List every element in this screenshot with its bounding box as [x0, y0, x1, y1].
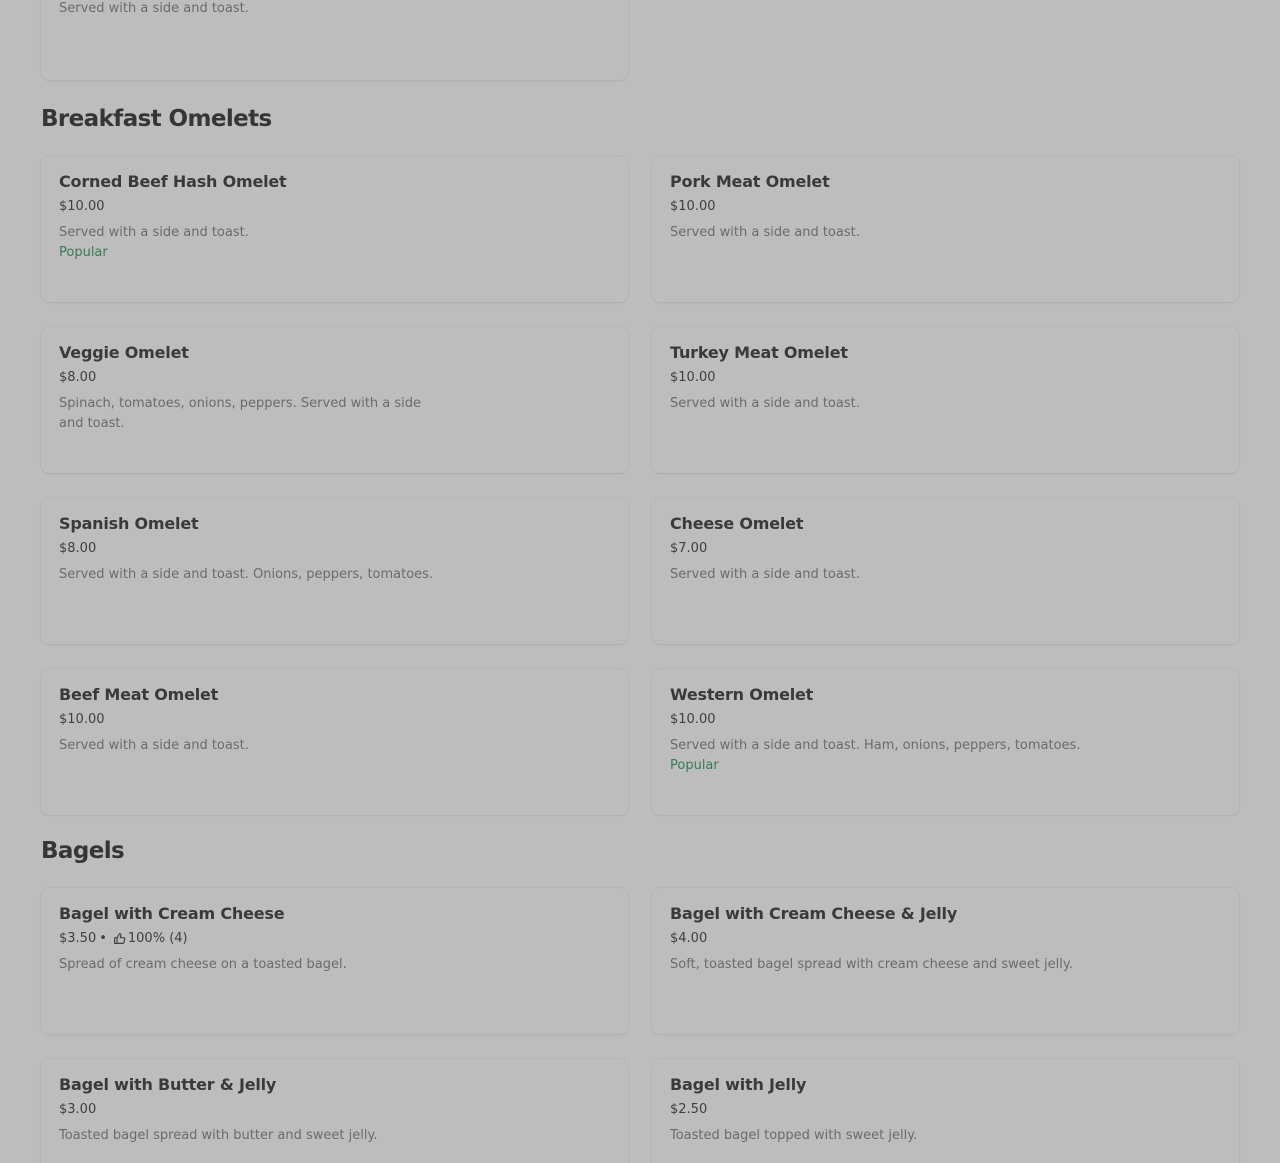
menu-item-price: $3.00: [59, 1102, 96, 1117]
price-text: $8.00: [59, 370, 97, 385]
menu-item-description: Toasted bagel spread with butter and swe…: [59, 1128, 378, 1143]
menu-item-card[interactable]: Bagel with Cream Cheese $3.50 • 100% (4)…: [41, 888, 628, 1034]
menu-item-price: $8.00: [59, 370, 96, 385]
section-title-bagels: Bagels: [41, 838, 125, 864]
menu-item-description: Toasted bagel topped with sweet jelly.: [670, 1128, 918, 1143]
menu-item-name: Bagel with Cream Cheese: [59, 904, 285, 923]
menu-item-price-rating: $3.50 • 100% (4): [59, 931, 188, 946]
menu-item-price: $10.00: [59, 199, 105, 214]
menu-item-name: Beef Meat Omelet: [59, 685, 219, 704]
thumbs-up-icon: [113, 933, 126, 944]
menu-item-description: Served with a side and toast.: [670, 567, 860, 582]
menu-item-description: Spread of cream cheese on a toasted bage…: [59, 957, 347, 972]
menu-item-name: Corned Beef Hash Omelet: [59, 172, 287, 191]
menu-item-name: Western Omelet: [670, 685, 814, 704]
price-text: $7.00: [670, 541, 708, 556]
menu-item-description: Served with a side and toast. Onions, pe…: [59, 567, 434, 582]
menu-item-card[interactable]: Turkey Meat Omelet $10.00 Served with a …: [652, 327, 1239, 473]
menu-item-name: Cheese Omelet: [670, 514, 804, 533]
menu-item-description: Soft, toasted bagel spread with cream ch…: [670, 957, 1073, 972]
menu-item-card[interactable]: Corned Beef Hash Omelet $10.00 Served wi…: [41, 156, 628, 302]
menu-item-description: Served with a side and toast.: [670, 396, 860, 411]
popular-badge: Popular: [670, 758, 719, 773]
menu-item-card[interactable]: Bagel with Jelly $2.50 Toasted bagel top…: [652, 1059, 1239, 1163]
price-text: $10.00: [670, 712, 716, 727]
section-title-breakfast-omelets: Breakfast Omelets: [41, 106, 272, 132]
meta-separator: •: [99, 931, 107, 946]
menu-item-price: $2.50: [670, 1102, 707, 1117]
price-text: $3.00: [59, 1102, 97, 1117]
menu-item-card[interactable]: Cheese Omelet $7.00 Served with a side a…: [652, 498, 1239, 644]
menu-item-name: Bagel with Butter & Jelly: [59, 1075, 277, 1094]
menu-item-card-partial[interactable]: Served with a side and toast.: [41, 0, 628, 80]
menu-item-description: Served with a side and toast.: [59, 1, 249, 16]
price-text: $2.50: [670, 1102, 708, 1117]
menu-item-description: Served with a side and toast. Ham, onion…: [670, 738, 1081, 753]
menu-item-price: $4.00: [670, 931, 707, 946]
popular-badge: Popular: [59, 245, 108, 260]
price-text: $10.00: [59, 712, 105, 727]
menu-item-price: $10.00: [670, 712, 716, 727]
menu-item-card[interactable]: Veggie Omelet $8.00 Spinach, tomatoes, o…: [41, 327, 628, 473]
price-text: $10.00: [670, 199, 716, 214]
rating-text: 100% (4): [127, 931, 188, 946]
menu-item-name: Bagel with Cream Cheese & Jelly: [670, 904, 958, 923]
price-text: $10.00: [59, 199, 105, 214]
menu-item-name: Veggie Omelet: [59, 343, 189, 362]
menu-item-price: $7.00: [670, 541, 707, 556]
menu-item-description: Served with a side and toast.: [59, 738, 249, 753]
price-text: $3.50: [59, 931, 97, 946]
menu-item-price: $10.00: [59, 712, 105, 727]
menu-item-card[interactable]: Bagel with Cream Cheese & Jelly $4.00 So…: [652, 888, 1239, 1034]
menu-item-card[interactable]: Bagel with Butter & Jelly $3.00 Toasted …: [41, 1059, 628, 1163]
menu-item-card[interactable]: Western Omelet $10.00 Served with a side…: [652, 669, 1239, 815]
menu-item-name: Spanish Omelet: [59, 514, 199, 533]
menu-item-description: Served with a side and toast.: [59, 225, 249, 240]
menu-item-name: Bagel with Jelly: [670, 1075, 807, 1094]
menu-page: Served with a side and toast. Breakfast …: [0, 0, 1280, 1163]
menu-item-name: Pork Meat Omelet: [670, 172, 830, 191]
menu-item-price: $10.00: [670, 370, 716, 385]
price-text: $8.00: [59, 541, 97, 556]
menu-item-price: $10.00: [670, 199, 716, 214]
menu-item-name: Turkey Meat Omelet: [670, 343, 848, 362]
menu-item-card[interactable]: Pork Meat Omelet $10.00 Served with a si…: [652, 156, 1239, 302]
menu-item-description: Served with a side and toast.: [670, 225, 860, 240]
menu-item-card[interactable]: Beef Meat Omelet $10.00 Served with a si…: [41, 669, 628, 815]
menu-item-description: Spinach, tomatoes, onions, peppers. Serv…: [59, 396, 422, 431]
menu-item-card[interactable]: Spanish Omelet $8.00 Served with a side …: [41, 498, 628, 644]
price-text: $10.00: [670, 370, 716, 385]
price-text: $4.00: [670, 931, 708, 946]
menu-item-price: $8.00: [59, 541, 96, 556]
